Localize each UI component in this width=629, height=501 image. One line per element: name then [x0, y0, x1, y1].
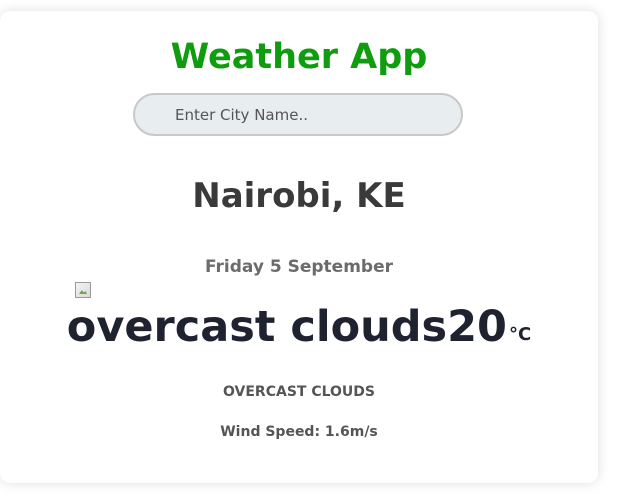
weather-icon	[75, 282, 91, 298]
city-name: Nairobi, KE	[192, 176, 406, 216]
weather-card: Weather App Nairobi, KE Friday 5 Septemb…	[0, 11, 598, 483]
weather-icon-alt-text: overcast clouds	[66, 302, 448, 352]
temperature-display: overcast clouds20 °C	[0, 297, 598, 357]
temperature-value: 20	[447, 302, 507, 352]
city-search-input[interactable]	[133, 93, 463, 136]
app-title: Weather App	[170, 37, 428, 77]
weather-description: OVERCAST CLOUDS	[223, 384, 375, 400]
wind-speed: Wind Speed: 1.6m/s	[220, 424, 378, 440]
weather-date: Friday 5 September	[205, 257, 393, 277]
temperature-unit: °C	[508, 324, 532, 345]
